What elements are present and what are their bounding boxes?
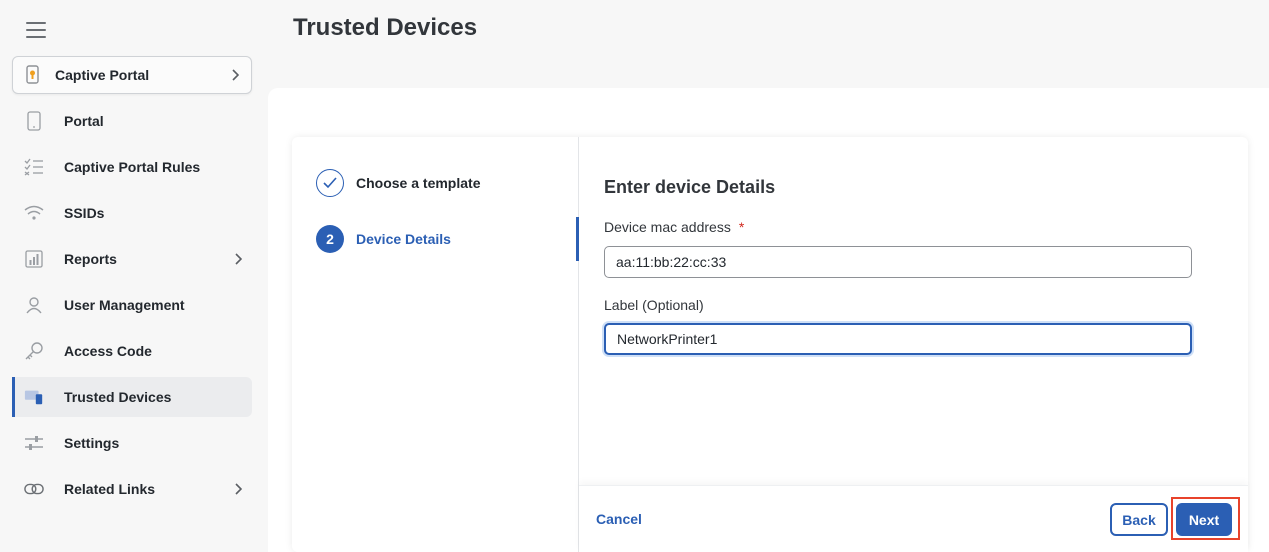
mac-address-input[interactable] <box>604 246 1192 278</box>
form-title: Enter device Details <box>604 177 776 197</box>
sidebar-item-label: Captive Portal Rules <box>64 159 201 175</box>
sidebar-item-settings[interactable]: Settings <box>12 423 252 463</box>
step-device-details[interactable]: 2 Device Details <box>316 225 451 253</box>
sidebar-item-label: Settings <box>64 435 120 451</box>
chevron-right-icon <box>235 483 242 495</box>
devices-icon <box>24 387 44 407</box>
link-icon <box>24 479 44 499</box>
step-number: 2 <box>316 225 344 253</box>
sidebar-item-label: Access Code <box>64 343 152 359</box>
app-switcher-label: Captive Portal <box>55 67 150 83</box>
cancel-button[interactable]: Cancel <box>596 511 642 527</box>
menu-icon[interactable] <box>26 22 46 38</box>
wizard-card: Choose a template 2 Device Details Enter… <box>292 137 1248 552</box>
sidebar: Captive Portal Portal Captive Portal Rul… <box>0 0 265 552</box>
sidebar-item-label: Related Links <box>64 481 156 497</box>
step-choose-template[interactable]: Choose a template <box>316 169 480 197</box>
sidebar-item-label: Reports <box>64 251 117 267</box>
key-icon <box>24 341 44 361</box>
label-input[interactable] <box>604 323 1192 355</box>
page-title: Trusted Devices <box>293 14 478 41</box>
sidebar-item-label: Trusted Devices <box>64 389 172 405</box>
bar-chart-icon <box>24 249 44 269</box>
phone-icon <box>24 111 44 131</box>
chevron-right-icon <box>232 69 239 81</box>
active-step-indicator <box>576 217 579 261</box>
sidebar-item-portal[interactable]: Portal <box>12 101 252 141</box>
label-field-label: Label (Optional) <box>604 297 704 313</box>
wizard-steps: Choose a template 2 Device Details <box>292 137 579 552</box>
sidebar-item-access-code[interactable]: Access Code <box>12 331 252 371</box>
mac-address-label-text: Device mac address <box>604 219 731 235</box>
step-label: Device Details <box>356 231 451 247</box>
sidebar-item-label: Portal <box>64 113 104 129</box>
sidebar-item-label: User Management <box>64 297 185 313</box>
app-switcher[interactable]: Captive Portal <box>12 56 252 94</box>
step-complete-icon <box>316 169 344 197</box>
step-label: Choose a template <box>356 175 481 191</box>
sidebar-item-related-links[interactable]: Related Links <box>12 469 252 509</box>
sidebar-item-trusted-devices[interactable]: Trusted Devices <box>12 377 252 417</box>
user-icon <box>24 295 44 315</box>
sidebar-item-label: SSIDs <box>64 205 105 221</box>
sliders-icon <box>24 433 44 453</box>
captive-portal-icon <box>26 65 39 84</box>
back-button[interactable]: Back <box>1110 503 1168 536</box>
required-marker: * <box>738 219 745 235</box>
checklist-icon <box>24 157 44 177</box>
mac-address-label: Device mac address * <box>604 219 744 235</box>
wifi-icon <box>24 203 44 223</box>
sidebar-item-user-management[interactable]: User Management <box>12 285 252 325</box>
sidebar-item-captive-portal-rules[interactable]: Captive Portal Rules <box>12 147 252 187</box>
chevron-right-icon <box>235 253 242 265</box>
next-button[interactable]: Next <box>1176 503 1232 536</box>
sidebar-item-reports[interactable]: Reports <box>12 239 252 279</box>
sidebar-item-ssids[interactable]: SSIDs <box>12 193 252 233</box>
wizard-footer: Cancel Back Next <box>579 485 1248 552</box>
